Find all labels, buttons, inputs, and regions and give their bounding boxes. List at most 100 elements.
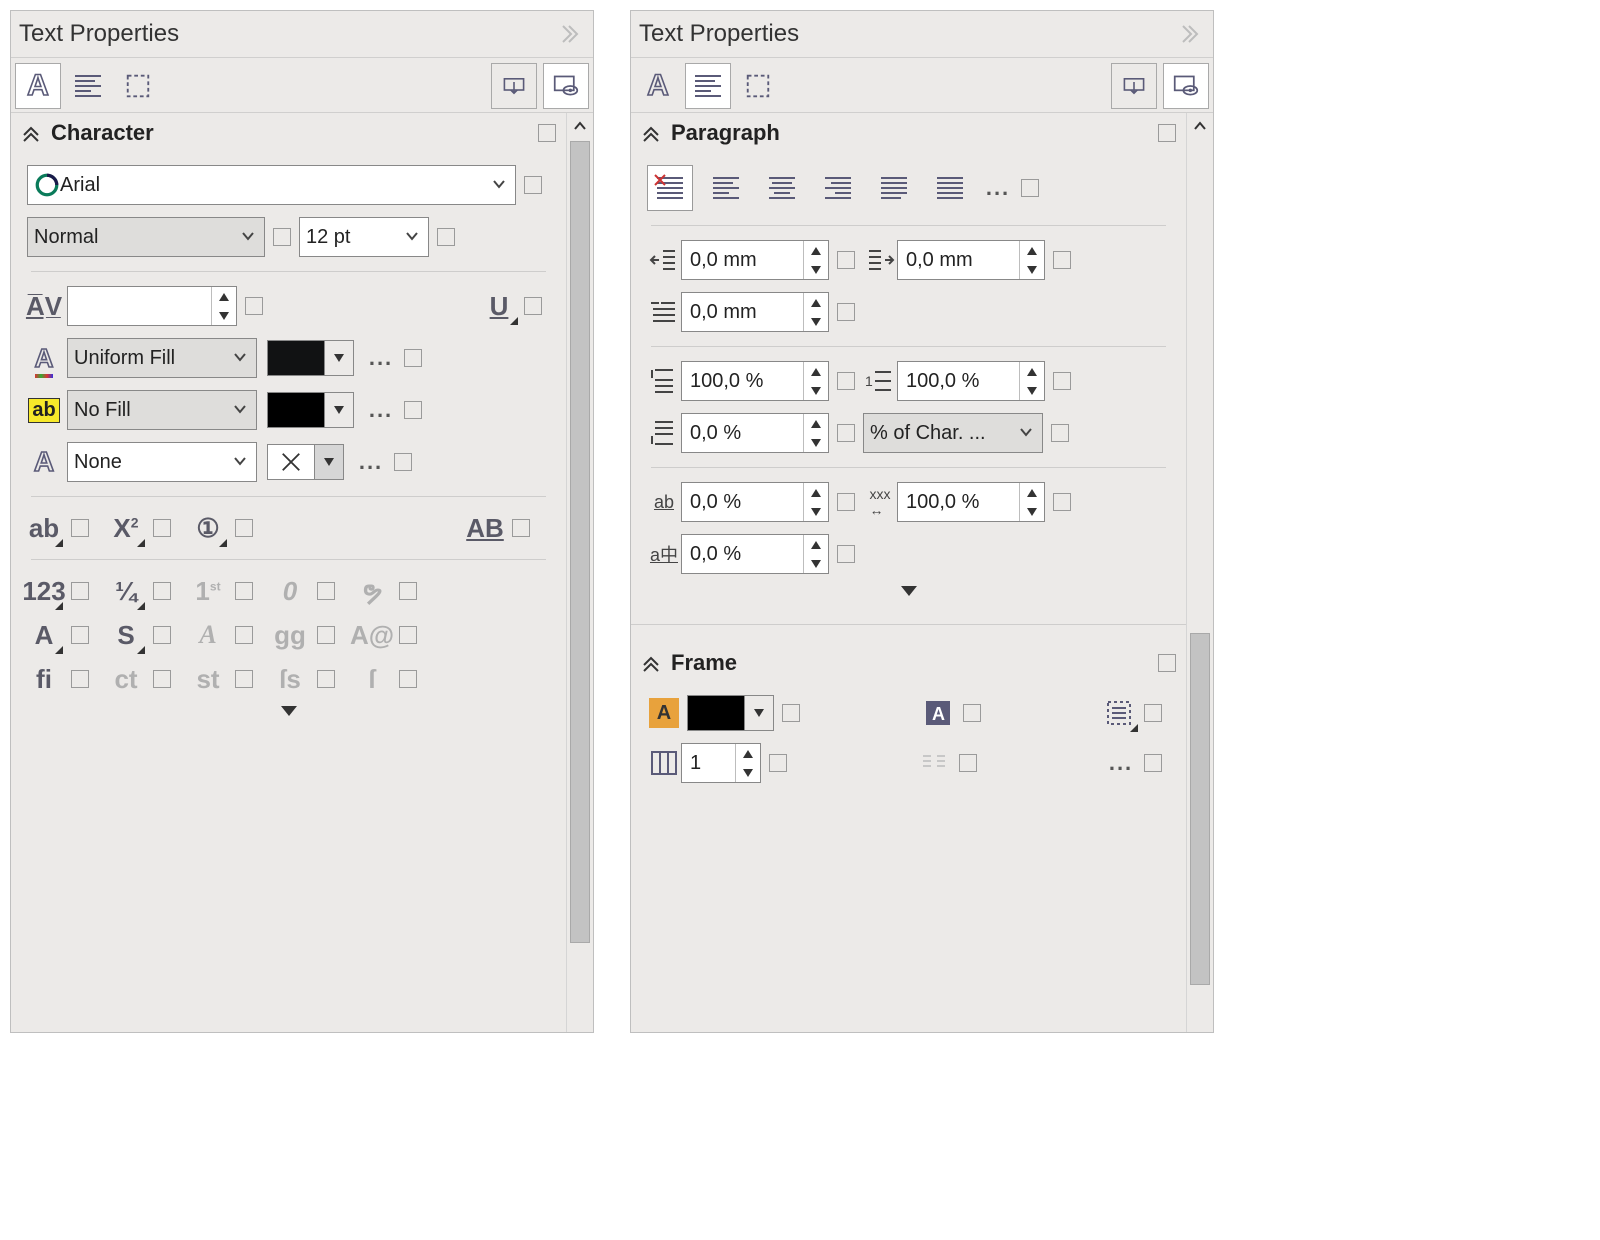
space-after-input[interactable]: 0,0 % — [681, 413, 829, 453]
preview-button[interactable] — [543, 63, 589, 109]
font-family-combo[interactable]: Arial — [27, 165, 516, 205]
fill-more-button[interactable]: ... — [366, 345, 396, 371]
underline-checkbox[interactable] — [524, 297, 542, 315]
collapse-panel-icon[interactable] — [561, 22, 585, 46]
char-spacing-input[interactable]: 0,0 % — [681, 482, 829, 522]
frame-more-button[interactable]: ... — [1106, 750, 1136, 776]
fractions-button[interactable]: ¼ — [109, 574, 143, 608]
ligature-st-button[interactable]: st — [191, 662, 225, 696]
caps-button[interactable]: ① — [191, 511, 225, 545]
preview-button[interactable] — [1163, 63, 1209, 109]
tab-frame[interactable] — [115, 63, 161, 109]
pin-checkbox[interactable] — [1158, 654, 1176, 672]
ligature-longs-button[interactable]: ſ — [355, 662, 389, 696]
align-checkbox[interactable] — [1021, 179, 1039, 197]
ligature-ct-button[interactable]: ct — [109, 662, 143, 696]
outline-mode-combo[interactable]: None — [67, 442, 257, 482]
tab-character[interactable]: A — [635, 63, 681, 109]
tab-paragraph[interactable] — [685, 63, 731, 109]
font-size-checkbox[interactable] — [437, 228, 455, 246]
frame-vertical-align-button[interactable]: A — [921, 696, 955, 730]
fill-mode-combo[interactable]: Uniform Fill — [67, 338, 257, 378]
word-spacing-input[interactable]: 100,0 % — [897, 482, 1045, 522]
underline-button[interactable]: U — [482, 289, 516, 323]
space-before-input[interactable]: 100,0 % — [681, 361, 829, 401]
align-more-button[interactable]: ... — [983, 175, 1013, 201]
ordinals-button[interactable]: 1st — [191, 574, 225, 608]
align-none-button[interactable] — [647, 165, 693, 211]
import-button[interactable] — [1111, 63, 1157, 109]
position-button[interactable]: ab — [27, 511, 61, 545]
import-button[interactable] — [491, 63, 537, 109]
align-center-button[interactable] — [759, 165, 805, 211]
line-spacing-input[interactable]: 100,0 % — [897, 361, 1045, 401]
outline-more-button[interactable]: ... — [356, 449, 386, 475]
all-caps-checkbox[interactable] — [512, 519, 530, 537]
font-family-checkbox[interactable] — [524, 176, 542, 194]
stylistic-alt-button[interactable]: A — [27, 618, 61, 652]
outline-color-dropdown[interactable] — [315, 444, 344, 480]
slashed-zero-button[interactable]: 0 — [273, 574, 307, 608]
section-header-paragraph[interactable]: Paragraph — [631, 113, 1186, 153]
align-left-button[interactable] — [703, 165, 749, 211]
pin-checkbox[interactable] — [1158, 124, 1176, 142]
columns-balance-button[interactable] — [917, 746, 951, 780]
collapse-panel-icon[interactable] — [1181, 22, 1205, 46]
background-more-button[interactable]: ... — [366, 397, 396, 423]
outline-checkbox[interactable] — [394, 453, 412, 471]
script-alt-button[interactable]: A — [191, 618, 225, 652]
expand-section-button[interactable] — [647, 586, 1170, 606]
indent-left-input[interactable]: 0,0 mm — [681, 240, 829, 280]
section-header-frame[interactable]: Frame — [631, 643, 1186, 683]
language-spacing-input[interactable]: 0,0 % — [681, 534, 829, 574]
columns-input[interactable]: 1 — [681, 743, 761, 783]
stylistic-set-button[interactable]: S — [109, 618, 143, 652]
ligature-fs-button[interactable]: ſs — [273, 662, 307, 696]
background-color-dropdown[interactable] — [325, 392, 354, 428]
tab-character[interactable]: A — [15, 63, 61, 109]
scroll-up-icon[interactable] — [567, 113, 593, 139]
expand-section-button[interactable] — [27, 706, 550, 726]
indent-right-input[interactable]: 0,0 mm — [897, 240, 1045, 280]
kerning-input[interactable] — [67, 286, 237, 326]
scrollbar-thumb[interactable] — [1190, 633, 1210, 985]
align-justify-button[interactable] — [871, 165, 917, 211]
tab-paragraph[interactable] — [65, 63, 111, 109]
numeral-style-button[interactable]: 123 — [27, 574, 61, 608]
font-style-combo[interactable]: Normal — [27, 217, 265, 257]
font-size-combo[interactable]: 12 pt — [299, 217, 429, 257]
fill-checkbox[interactable] — [404, 349, 422, 367]
background-color-swatch[interactable] — [267, 392, 325, 428]
titling-alt-button[interactable]: A@ — [355, 618, 389, 652]
pin-checkbox[interactable] — [538, 124, 556, 142]
ligature-fi-button[interactable]: fi — [27, 662, 61, 696]
position-checkbox[interactable] — [71, 519, 89, 537]
fill-color-dropdown[interactable] — [325, 340, 354, 376]
caps-checkbox[interactable] — [235, 519, 253, 537]
indent-first-input[interactable]: 0,0 mm — [681, 292, 829, 332]
background-mode-combo[interactable]: No Fill — [67, 390, 257, 430]
tab-frame[interactable] — [735, 63, 781, 109]
outline-mode-value: None — [74, 451, 230, 474]
font-style-checkbox[interactable] — [273, 228, 291, 246]
superscript-checkbox[interactable] — [153, 519, 171, 537]
all-caps-button[interactable]: AB — [468, 511, 502, 545]
superscript-button[interactable]: X2 — [109, 511, 143, 545]
line-unit-combo[interactable]: % of Char. ... — [863, 413, 1043, 453]
frame-color-swatch[interactable] — [687, 695, 745, 731]
scrollbar[interactable] — [1186, 113, 1213, 1032]
scroll-up-icon[interactable] — [1187, 113, 1213, 139]
outline-swatch-none[interactable] — [267, 444, 315, 480]
scrollbar-thumb[interactable] — [570, 141, 590, 943]
kerning-checkbox[interactable] — [245, 297, 263, 315]
align-force-justify-button[interactable] — [927, 165, 973, 211]
contextual-alt-button[interactable]: gg — [273, 618, 307, 652]
fill-color-swatch[interactable] — [267, 340, 325, 376]
align-right-button[interactable] — [815, 165, 861, 211]
section-header-character[interactable]: Character — [11, 113, 566, 153]
frame-bounds-button[interactable] — [1102, 696, 1136, 730]
scrollbar[interactable] — [566, 113, 593, 1032]
swash-button[interactable]: ຯ — [355, 574, 389, 608]
frame-color-dropdown[interactable] — [745, 695, 774, 731]
background-checkbox[interactable] — [404, 401, 422, 419]
